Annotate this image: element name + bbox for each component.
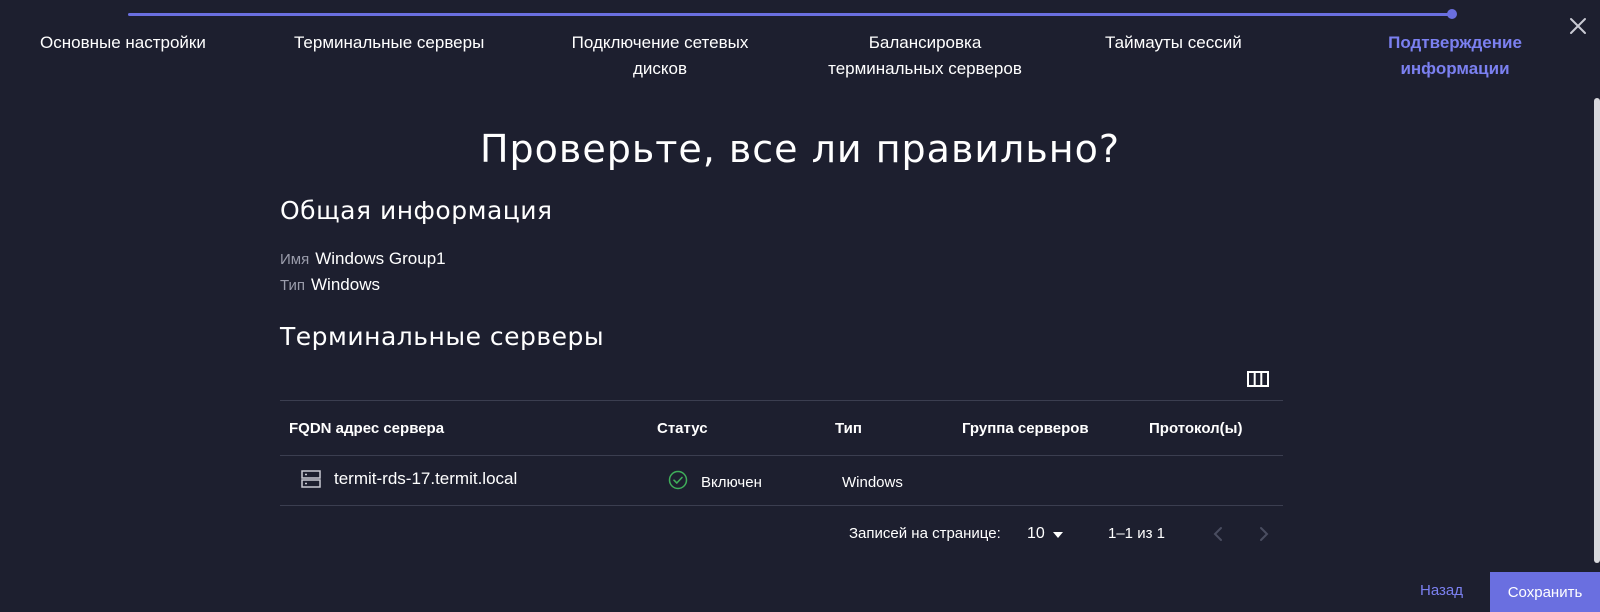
type-label: Тип	[280, 277, 306, 294]
columns-icon[interactable]	[1247, 370, 1269, 388]
dropdown-arrow-icon[interactable]	[1053, 532, 1063, 538]
terminal-servers-title: Терминальные серверы	[280, 322, 605, 351]
pagination-range: 1–1 из 1	[1108, 525, 1165, 542]
general-info-title: Общая информация	[280, 196, 553, 225]
step-network-drives[interactable]: Подключение сетевых дисков	[555, 30, 765, 82]
chevron-left-icon[interactable]	[1209, 524, 1229, 544]
step-terminal-servers[interactable]: Терминальные серверы	[294, 30, 496, 56]
save-button[interactable]: Сохранить	[1490, 572, 1600, 612]
stepper-active-dot	[1447, 9, 1457, 19]
rows-per-page-label: Записей на странице:	[849, 525, 1001, 542]
general-type-row: Тип Windows	[280, 275, 380, 295]
server-icon	[301, 470, 321, 488]
general-name-row: Имя Windows Group1	[280, 249, 446, 269]
chevron-right-icon[interactable]	[1253, 524, 1273, 544]
col-header-protocols[interactable]: Протокол(ы)	[1149, 420, 1242, 437]
server-status: Включен	[701, 474, 762, 491]
check-circle-icon	[668, 470, 688, 490]
table-header-divider	[280, 455, 1283, 456]
server-fqdn[interactable]: termit-rds-17.termit.local	[334, 469, 517, 489]
name-label: Имя	[280, 251, 310, 268]
col-header-status[interactable]: Статус	[657, 420, 708, 437]
back-button[interactable]: Назад	[1420, 582, 1463, 599]
page-title: Проверьте, все ли правильно?	[479, 127, 1120, 171]
step-basic-settings[interactable]: Основные настройки	[40, 30, 215, 56]
step-confirmation[interactable]: Подтверждение информации	[1370, 30, 1540, 82]
col-header-group[interactable]: Группа серверов	[962, 420, 1089, 437]
name-value: Windows Group1	[315, 249, 446, 268]
wizard-page: Основные настройки Терминальные серверы …	[0, 0, 1600, 612]
server-type: Windows	[842, 474, 903, 491]
type-value: Windows	[311, 275, 380, 294]
stepper-progress-bar	[128, 13, 1453, 16]
step-session-timeouts[interactable]: Таймауты сессий	[1105, 30, 1275, 56]
col-header-fqdn[interactable]: FQDN адрес сервера	[289, 420, 444, 437]
close-icon[interactable]	[1566, 14, 1590, 38]
table-top-divider	[280, 400, 1283, 401]
col-header-type[interactable]: Тип	[835, 420, 862, 437]
table-row-divider	[280, 505, 1283, 506]
rows-per-page-select[interactable]: 10	[1027, 525, 1045, 543]
step-load-balancing[interactable]: Балансировка терминальных серверов	[800, 30, 1050, 82]
